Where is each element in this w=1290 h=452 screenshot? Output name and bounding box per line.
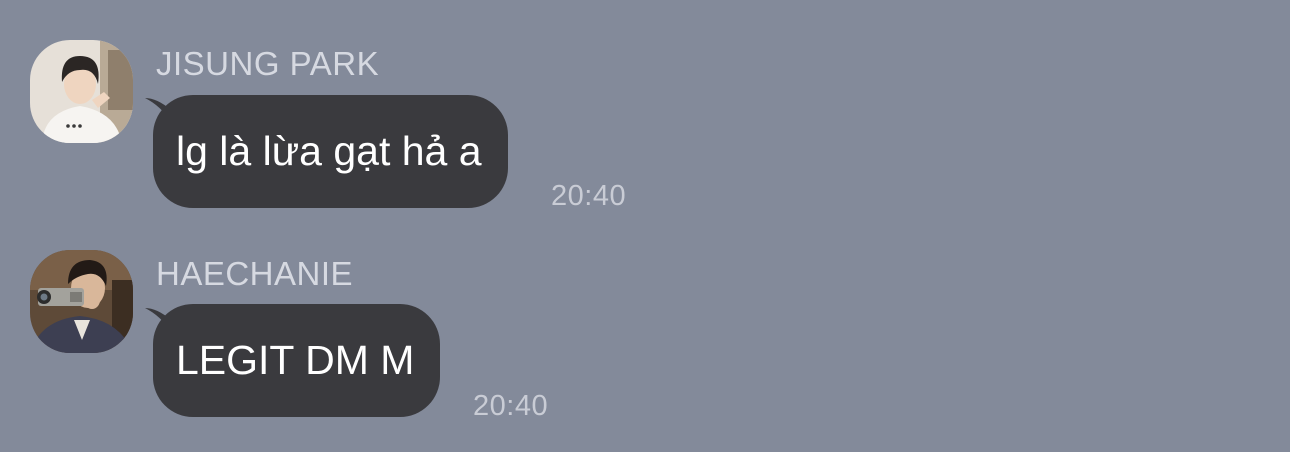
message-timestamp: 20:40 <box>473 390 549 422</box>
sender-name: JISUNG PARK <box>156 45 380 82</box>
avatar[interactable] <box>30 40 133 143</box>
avatar[interactable] <box>30 250 133 353</box>
profile-photo-haechanie <box>30 250 133 353</box>
message-bubble[interactable]: LEGIT DM M <box>153 304 441 417</box>
sender-name: HAECHANIE <box>156 255 354 292</box>
profile-photo-jisung <box>30 40 133 143</box>
message-timestamp: 20:40 <box>551 180 627 212</box>
message-bubble[interactable]: lg là lừa gạt hả a <box>153 95 508 208</box>
